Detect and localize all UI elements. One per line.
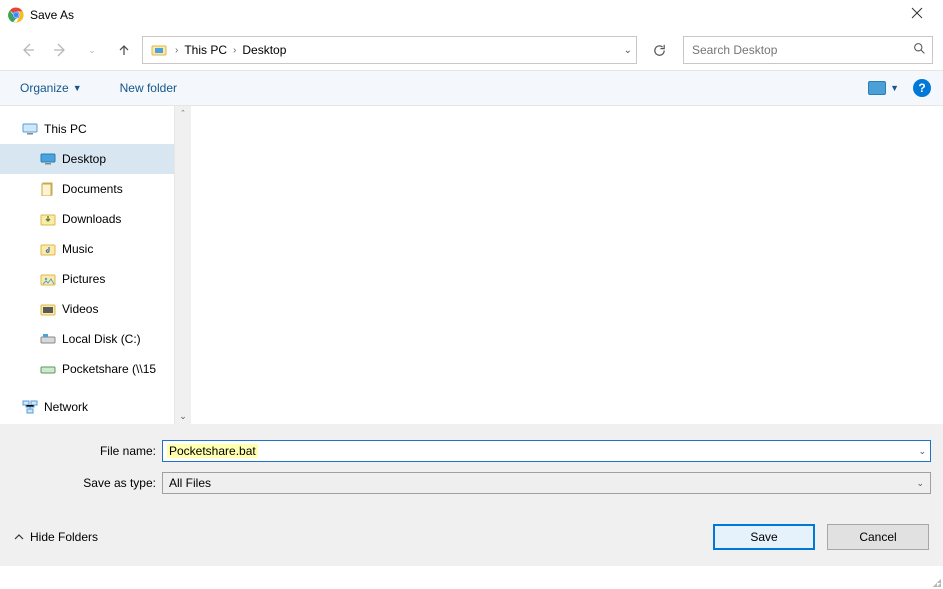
chrome-icon xyxy=(8,7,24,23)
scroll-up-button[interactable]: ˆ xyxy=(182,106,185,122)
tree-label: Pictures xyxy=(62,272,105,286)
help-button[interactable]: ? xyxy=(913,79,931,97)
dialog-footer: Hide Folders Save Cancel xyxy=(0,506,943,566)
close-button[interactable] xyxy=(903,2,931,28)
tree-label: Videos xyxy=(62,302,98,316)
help-icon: ? xyxy=(918,81,925,95)
new-folder-label: New folder xyxy=(120,81,177,95)
filename-label: File name: xyxy=(12,444,156,458)
recent-locations-button[interactable]: ⌄ xyxy=(78,36,106,64)
address-bar[interactable]: › This PC › Desktop ⌄ xyxy=(142,36,637,64)
nav-tree[interactable]: This PC Desktop Documents Downloads Musi… xyxy=(0,106,175,424)
tree-label: Pocketshare (\\15 xyxy=(62,362,156,376)
view-icon xyxy=(868,81,886,95)
tree-label: This PC xyxy=(44,122,87,136)
network-drive-icon xyxy=(40,362,56,376)
chevron-right-icon: › xyxy=(175,45,178,56)
window-title: Save As xyxy=(30,8,74,22)
back-button[interactable] xyxy=(14,36,42,64)
close-icon xyxy=(911,7,923,19)
chevron-down-icon: ▼ xyxy=(890,83,899,93)
forward-button[interactable] xyxy=(46,36,74,64)
cancel-button[interactable]: Cancel xyxy=(827,524,929,550)
search-box[interactable] xyxy=(683,36,933,64)
tree-scrollbar[interactable]: ˆ ⌄ xyxy=(175,106,191,424)
refresh-icon xyxy=(652,43,667,58)
chevron-down-icon: ⌄ xyxy=(916,478,924,489)
new-folder-button[interactable]: New folder xyxy=(112,77,185,99)
up-button[interactable] xyxy=(110,36,138,64)
tree-downloads[interactable]: Downloads xyxy=(0,204,174,234)
tree-label: Desktop xyxy=(62,152,106,166)
desktop-icon xyxy=(40,153,56,165)
toolbar: Organize ▼ New folder ▼ ? xyxy=(0,70,943,106)
navbar: ⌄ › This PC › Desktop ⌄ xyxy=(0,30,943,70)
arrow-up-icon xyxy=(117,43,131,57)
view-button[interactable]: ▼ xyxy=(868,81,899,95)
scroll-down-button[interactable]: ⌄ xyxy=(179,408,187,424)
arrow-right-icon xyxy=(52,42,68,58)
drive-icon xyxy=(40,332,56,346)
save-label: Save xyxy=(750,530,777,544)
cancel-label: Cancel xyxy=(859,530,896,544)
filetype-value: All Files xyxy=(169,476,211,490)
tree-label: Documents xyxy=(62,182,123,196)
search-icon[interactable] xyxy=(913,42,926,58)
tree-label: Local Disk (C:) xyxy=(62,332,141,346)
tree-this-pc[interactable]: This PC xyxy=(0,114,174,144)
file-list-pane[interactable] xyxy=(191,106,943,424)
arrow-left-icon xyxy=(20,42,36,58)
chevron-down-icon: ▼ xyxy=(73,83,82,93)
tree-pocketshare[interactable]: Pocketshare (\\15 xyxy=(0,354,174,384)
tree-pictures[interactable]: Pictures xyxy=(0,264,174,294)
hide-folders-label: Hide Folders xyxy=(30,530,98,544)
breadcrumb-root[interactable]: This PC xyxy=(182,41,229,59)
filename-input[interactable]: Pocketshare.bat ⌄ xyxy=(162,440,931,462)
breadcrumb-current[interactable]: Desktop xyxy=(240,41,288,59)
chevron-up-icon xyxy=(14,532,24,542)
chevron-down-icon[interactable]: ⌄ xyxy=(624,45,632,56)
save-form: File name: Pocketshare.bat ⌄ Save as typ… xyxy=(0,424,943,506)
search-input[interactable] xyxy=(690,42,913,58)
network-icon xyxy=(22,399,38,415)
save-button[interactable]: Save xyxy=(713,524,815,550)
filename-value: Pocketshare.bat xyxy=(167,444,258,458)
filetype-select[interactable]: All Files ⌄ xyxy=(162,472,931,494)
chevron-right-icon: › xyxy=(233,45,236,56)
tree-music[interactable]: Music xyxy=(0,234,174,264)
folder-icon xyxy=(151,42,167,58)
tree-local-disk[interactable]: Local Disk (C:) xyxy=(0,324,174,354)
tree-documents[interactable]: Documents xyxy=(0,174,174,204)
documents-icon xyxy=(40,182,56,196)
organize-button[interactable]: Organize ▼ xyxy=(12,77,90,99)
dialog-body: This PC Desktop Documents Downloads Musi… xyxy=(0,106,943,424)
downloads-icon xyxy=(40,212,56,226)
tree-desktop[interactable]: Desktop xyxy=(0,144,174,174)
resize-grip[interactable] xyxy=(929,575,941,587)
tree-network[interactable]: Network xyxy=(0,392,174,422)
videos-icon xyxy=(40,302,56,316)
music-icon xyxy=(40,242,56,256)
titlebar: Save As xyxy=(0,0,943,30)
hide-folders-button[interactable]: Hide Folders xyxy=(14,530,98,544)
tree-videos[interactable]: Videos xyxy=(0,294,174,324)
chevron-down-icon[interactable]: ⌄ xyxy=(918,446,926,457)
pc-icon xyxy=(22,123,38,135)
tree-label: Downloads xyxy=(62,212,121,226)
refresh-button[interactable] xyxy=(645,36,673,64)
pictures-icon xyxy=(40,272,56,286)
organize-label: Organize xyxy=(20,81,69,95)
tree-label: Music xyxy=(62,242,93,256)
tree-label: Network xyxy=(44,400,88,414)
filetype-label: Save as type: xyxy=(12,476,156,490)
